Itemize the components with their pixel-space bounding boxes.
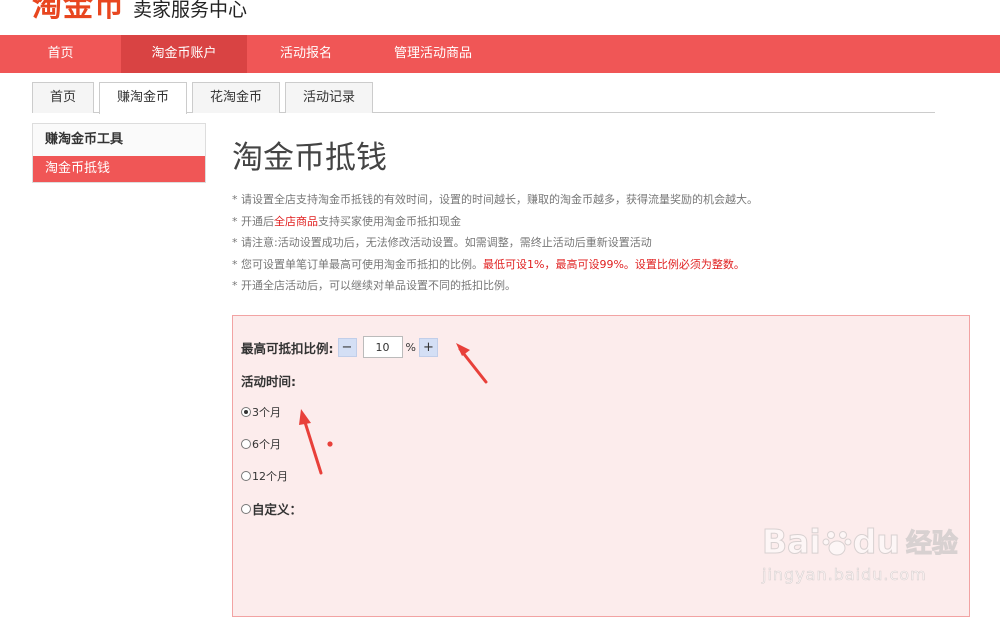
- ratio-input[interactable]: [362, 336, 403, 358]
- annotation-dot-icon: [327, 441, 333, 447]
- sidebar: 赚淘金币工具 淘金币抵钱: [32, 123, 206, 183]
- ratio-decrease-button[interactable]: −: [337, 337, 357, 357]
- watermark-brand: Bai du 经验: [762, 522, 959, 562]
- annotation-arrow-options-icon: [299, 409, 323, 475]
- paw-icon: [822, 530, 852, 555]
- note-1: * 请设置全店支持淘金币抵钱的有效时间，设置的时间越长，赚取的淘金币越多，获得流…: [232, 193, 758, 206]
- option-3-months[interactable]: 3个月: [241, 404, 281, 420]
- watermark-brand-c: 经验: [905, 529, 958, 560]
- notes: * 请设置全店支持淘金币抵钱的有效时间，设置的时间越长，赚取的淘金币越多，获得流…: [232, 191, 758, 299]
- note-2-suffix: 支持买家使用淘金币抵扣现金: [318, 214, 461, 228]
- radio-3-months[interactable]: [241, 407, 251, 417]
- time-row: 活动时间:: [241, 371, 296, 390]
- tab-home[interactable]: 首页: [32, 82, 95, 113]
- top-nav: 首页 淘金币账户 活动报名 管理活动商品: [0, 35, 1000, 73]
- sidebar-title: 赚淘金币工具: [45, 132, 124, 147]
- option-12-months-label: 12个月: [252, 470, 288, 483]
- sidebar-item-deduct[interactable]: 淘金币抵钱: [33, 156, 205, 182]
- note-2-prefix: * 开通后: [232, 214, 274, 228]
- option-custom[interactable]: 自定义：: [241, 499, 302, 518]
- percent-sign: %: [405, 340, 416, 354]
- option-3-months-label: 3个月: [252, 406, 281, 419]
- ratio-increase-button[interactable]: +: [418, 337, 438, 357]
- note-4-prefix: * 您可设置单笔订单最高可使用淘金币抵扣的比例。: [232, 257, 483, 271]
- note-2-highlight: 全店商品: [274, 214, 318, 228]
- radio-6-months[interactable]: [241, 439, 251, 449]
- option-12-months[interactable]: 12个月: [241, 468, 288, 484]
- watermark-brand-a: Bai: [762, 522, 822, 562]
- option-6-months-label: 6个月: [252, 438, 281, 451]
- time-label: 活动时间:: [241, 374, 296, 389]
- logo-subtitle: 卖家服务中心: [133, 0, 248, 21]
- note-4: * 您可设置单笔订单最高可使用淘金币抵扣的比例。最低可设1%，最高可设99%。设…: [232, 256, 758, 278]
- topnav-activity-signup[interactable]: 活动报名: [247, 35, 365, 73]
- note-4-highlight: 最低可设1%，最高可设99%。设置比例必须为整数。: [483, 257, 745, 271]
- logo-main: 淘金币: [32, 0, 125, 24]
- option-custom-label: 自定义：: [252, 502, 303, 517]
- tab-records[interactable]: 活动记录: [285, 82, 374, 113]
- note-5: * 开通全店活动后，可以继续对单品设置不同的抵扣比例。: [232, 279, 516, 292]
- topnav-account[interactable]: 淘金币账户: [121, 35, 247, 73]
- topnav-manage-items[interactable]: 管理活动商品: [365, 35, 501, 73]
- tab-earn[interactable]: 赚淘金币: [99, 82, 188, 114]
- logo: 淘金币 卖家服务中心: [32, 0, 247, 22]
- tab-spend[interactable]: 花淘金币: [192, 82, 281, 113]
- watermark-url: jingyan.baidu.com: [762, 565, 927, 585]
- sub-tabs: 首页 赚淘金币 花淘金币 活动记录: [32, 82, 935, 114]
- ratio-row: 最高可抵扣比例: − % +: [241, 336, 438, 358]
- note-2: * 开通后全店商品支持买家使用淘金币抵扣现金: [232, 213, 758, 235]
- watermark-brand-b: du: [852, 522, 900, 562]
- baidu-watermark: Bai du 经验 jingyan.baidu.com: [762, 522, 959, 585]
- page-title: 淘金币抵钱: [232, 140, 387, 176]
- ratio-label: 最高可抵扣比例:: [241, 340, 334, 356]
- annotation-arrow-ratio-icon: [456, 343, 488, 384]
- radio-12-months[interactable]: [241, 471, 251, 481]
- option-6-months[interactable]: 6个月: [241, 436, 281, 452]
- topnav-home[interactable]: 首页: [0, 35, 121, 73]
- radio-custom[interactable]: [241, 503, 251, 514]
- note-3: * 请注意:活动设置成功后，无法修改活动设置。如需调整，需终止活动后重新设置活动: [232, 236, 652, 249]
